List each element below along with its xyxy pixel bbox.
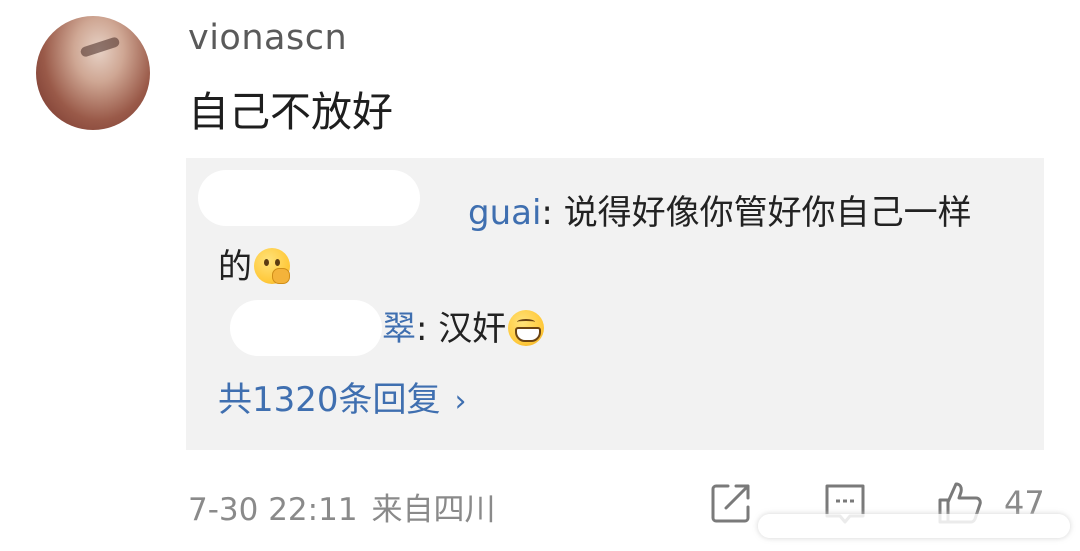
comment-location: 来自四川 [371, 492, 496, 528]
chevron-right-icon: › [454, 384, 467, 419]
thinking-emoji-icon [254, 248, 290, 284]
more-replies-label: 共1320条回复 [218, 380, 441, 420]
comment-text: 自己不放好 [188, 88, 393, 136]
comment-username[interactable]: vionascn [188, 18, 347, 58]
replies-box[interactable]: guai: 说得好像你管好你自己一样的 翠: 汉奸 共1320条回复 › [186, 158, 1044, 450]
redaction-mask [198, 170, 420, 226]
comment-meta: 7-30 22:11 来自四川 [188, 484, 496, 529]
redaction-mask [230, 300, 382, 356]
avatar[interactable] [36, 16, 150, 130]
grin-emoji-icon [508, 310, 545, 346]
share-icon[interactable] [708, 480, 754, 530]
more-replies-link[interactable]: 共1320条回复 › [218, 372, 467, 421]
reply-separator: : [416, 309, 439, 349]
reply-text: 汉奸 [438, 309, 507, 349]
comment-timestamp: 7-30 22:11 [188, 492, 358, 528]
reply-separator: : [541, 193, 564, 233]
watermark [758, 514, 1070, 538]
